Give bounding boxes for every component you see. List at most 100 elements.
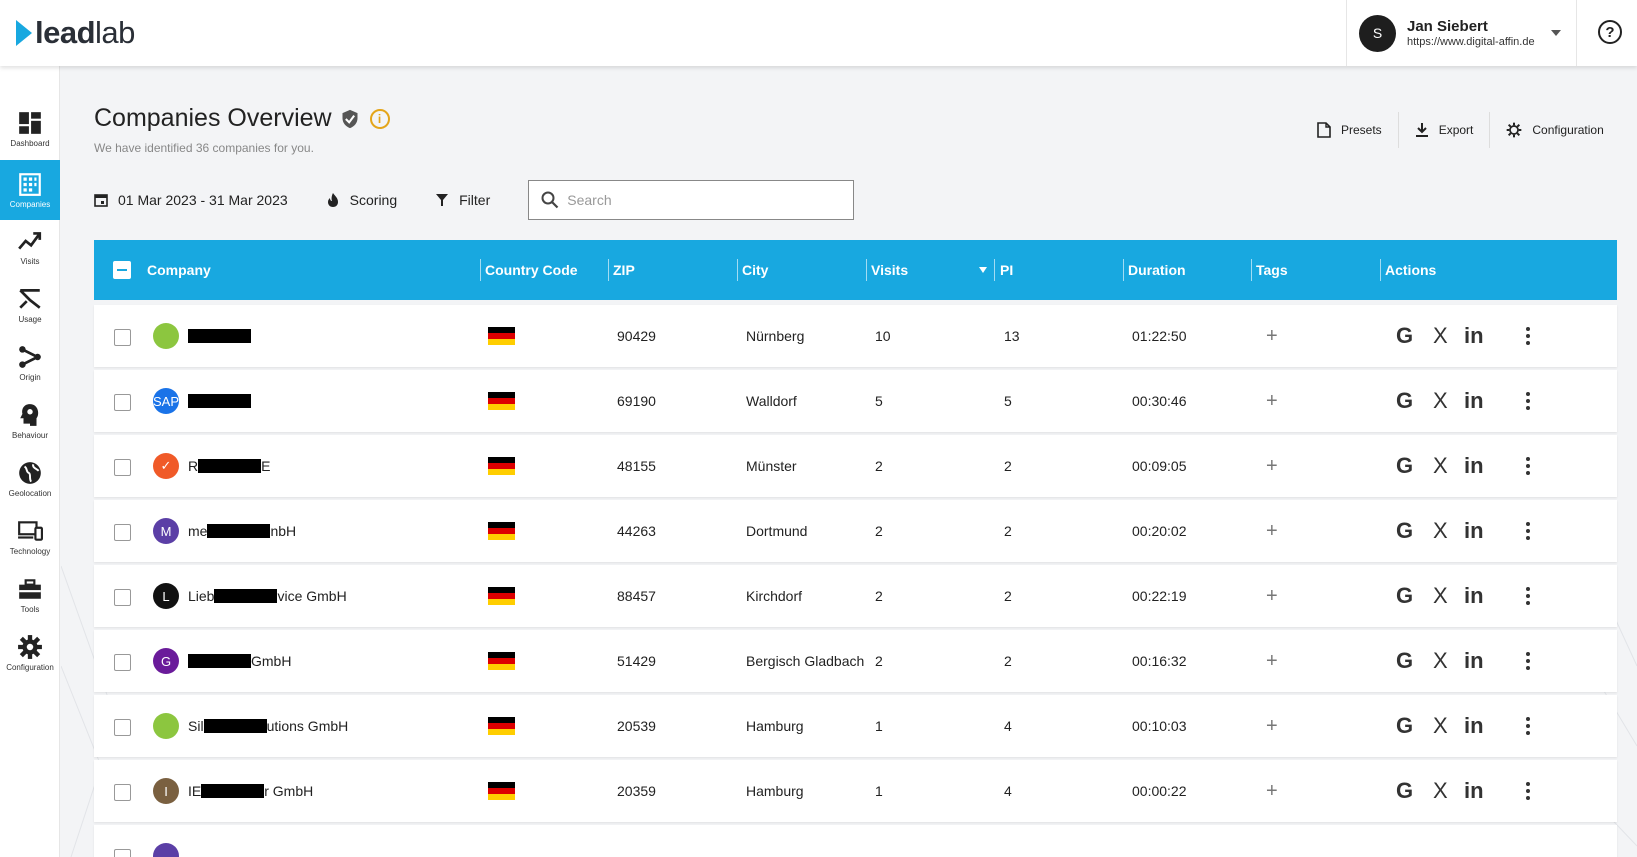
more-vertical-icon[interactable] xyxy=(1526,651,1530,672)
sidebar-item-configuration[interactable]: Configuration xyxy=(0,624,60,682)
info-icon[interactable]: i xyxy=(369,108,390,129)
google-search-icon[interactable]: G xyxy=(1396,305,1413,367)
table-row[interactable]: 90429 Nürnberg 10 13 01:22:50 + G X in xyxy=(94,305,1617,367)
sidebar-item-tools[interactable]: Tools xyxy=(0,566,60,624)
help-icon[interactable]: ? xyxy=(1598,20,1622,44)
select-all-checkbox[interactable] xyxy=(113,261,131,279)
column-header-country-code[interactable]: Country Code xyxy=(485,240,578,300)
more-vertical-icon[interactable] xyxy=(1526,326,1530,347)
more-vertical-icon[interactable] xyxy=(1526,521,1530,542)
table-row[interactable]: L Lieb vice GmbH 88457 Kirchdorf 2 2 00:… xyxy=(94,565,1617,627)
google-search-icon[interactable]: G xyxy=(1396,500,1413,562)
linkedin-icon[interactable]: in xyxy=(1464,305,1484,367)
sidebar-item-visits[interactable]: Visits xyxy=(0,218,60,276)
search-input[interactable] xyxy=(567,192,838,208)
row-checkbox[interactable] xyxy=(114,849,131,857)
table-row[interactable]: Sil utions GmbH 20539 Hamburg 1 4 00:10:… xyxy=(94,695,1617,757)
add-tag-icon[interactable]: + xyxy=(1266,500,1278,562)
column-header-city[interactable]: City xyxy=(742,240,768,300)
more-vertical-icon[interactable] xyxy=(1526,586,1530,607)
add-tag-icon[interactable]: + xyxy=(1266,370,1278,432)
row-menu-button[interactable] xyxy=(1526,500,1530,562)
add-tag-icon[interactable]: + xyxy=(1266,565,1278,627)
row-checkbox[interactable] xyxy=(114,589,131,606)
row-checkbox[interactable] xyxy=(114,654,131,671)
configuration-button[interactable]: Configuration xyxy=(1490,113,1619,147)
xing-icon[interactable]: X xyxy=(1433,435,1448,497)
add-tag-icon[interactable]: + xyxy=(1266,630,1278,692)
more-vertical-icon[interactable] xyxy=(1526,781,1530,802)
more-vertical-icon[interactable] xyxy=(1526,391,1530,412)
table-row[interactable] xyxy=(94,825,1617,857)
company-name[interactable]: GmbH xyxy=(188,630,291,692)
xing-icon[interactable]: X xyxy=(1433,370,1448,432)
date-range-picker[interactable]: 01 Mar 2023 - 31 Mar 2023 xyxy=(94,192,288,208)
sidebar-item-dashboard[interactable]: Dashboard xyxy=(0,100,60,158)
sort-descending-icon[interactable] xyxy=(979,267,987,273)
sidebar-item-technology[interactable]: Technology xyxy=(0,508,60,566)
column-header-duration[interactable]: Duration xyxy=(1128,240,1186,300)
sidebar-item-origin[interactable]: Origin xyxy=(0,334,60,392)
column-header-company[interactable]: Company xyxy=(147,240,211,300)
search-box[interactable] xyxy=(528,180,855,220)
presets-button[interactable]: Presets xyxy=(1301,113,1398,147)
google-search-icon[interactable]: G xyxy=(1396,370,1413,432)
filter-button[interactable]: Filter xyxy=(435,192,490,208)
company-name[interactable]: Lieb vice GmbH xyxy=(188,565,347,627)
company-name[interactable] xyxy=(188,370,251,432)
row-menu-button[interactable] xyxy=(1526,630,1530,692)
column-header-zip[interactable]: ZIP xyxy=(613,240,635,300)
add-tag-icon[interactable]: + xyxy=(1266,760,1278,822)
google-search-icon[interactable]: G xyxy=(1396,760,1413,822)
row-checkbox[interactable] xyxy=(114,524,131,541)
row-checkbox[interactable] xyxy=(114,784,131,801)
linkedin-icon[interactable]: in xyxy=(1464,435,1484,497)
row-menu-button[interactable] xyxy=(1526,565,1530,627)
linkedin-icon[interactable]: in xyxy=(1464,630,1484,692)
table-row[interactable]: G GmbH 51429 Bergisch Gladbach 2 2 00:16… xyxy=(94,630,1617,692)
google-search-icon[interactable]: G xyxy=(1396,695,1413,757)
table-row[interactable]: M me nbH 44263 Dortmund 2 2 00:20:02 + G… xyxy=(94,500,1617,562)
row-checkbox[interactable] xyxy=(114,329,131,346)
linkedin-icon[interactable]: in xyxy=(1464,370,1484,432)
company-name[interactable]: Sil utions GmbH xyxy=(188,695,348,757)
row-menu-button[interactable] xyxy=(1526,305,1530,367)
row-menu-button[interactable] xyxy=(1526,695,1530,757)
xing-icon[interactable]: X xyxy=(1433,305,1448,367)
sidebar-item-usage[interactable]: Usage xyxy=(0,276,60,334)
table-row[interactable]: SAP 69190 Walldorf 5 5 00:30:46 + G X in xyxy=(94,370,1617,432)
company-name[interactable] xyxy=(188,305,251,367)
more-vertical-icon[interactable] xyxy=(1526,456,1530,477)
add-tag-icon[interactable]: + xyxy=(1266,305,1278,367)
linkedin-icon[interactable]: in xyxy=(1464,500,1484,562)
linkedin-icon[interactable]: in xyxy=(1464,695,1484,757)
google-search-icon[interactable]: G xyxy=(1396,630,1413,692)
scoring-button[interactable]: Scoring xyxy=(326,192,397,208)
google-search-icon[interactable]: G xyxy=(1396,435,1413,497)
chevron-down-icon[interactable] xyxy=(1551,30,1561,36)
sidebar-item-behaviour[interactable]: Behaviour xyxy=(0,392,60,450)
sidebar-item-companies[interactable]: Companies xyxy=(0,160,60,220)
company-name[interactable]: R E xyxy=(188,435,270,497)
company-name[interactable]: me nbH xyxy=(188,500,296,562)
xing-icon[interactable]: X xyxy=(1433,630,1448,692)
xing-icon[interactable]: X xyxy=(1433,760,1448,822)
linkedin-icon[interactable]: in xyxy=(1464,565,1484,627)
xing-icon[interactable]: X xyxy=(1433,500,1448,562)
row-menu-button[interactable] xyxy=(1526,370,1530,432)
company-name[interactable]: IE r GmbH xyxy=(188,760,313,822)
user-menu[interactable]: S Jan Siebert https://www.digital-affin.… xyxy=(1346,0,1577,66)
column-header-visits[interactable]: Visits xyxy=(871,240,908,300)
add-tag-icon[interactable]: + xyxy=(1266,695,1278,757)
more-vertical-icon[interactable] xyxy=(1526,716,1530,737)
leadlab-logo[interactable]: leadlab xyxy=(16,17,135,48)
row-menu-button[interactable] xyxy=(1526,435,1530,497)
export-button[interactable]: Export xyxy=(1399,113,1490,147)
row-checkbox[interactable] xyxy=(114,459,131,476)
table-row[interactable]: ✓ R E 48155 Münster 2 2 00:09:05 + G X i… xyxy=(94,435,1617,497)
linkedin-icon[interactable]: in xyxy=(1464,760,1484,822)
xing-icon[interactable]: X xyxy=(1433,695,1448,757)
row-checkbox[interactable] xyxy=(114,719,131,736)
row-checkbox[interactable] xyxy=(114,394,131,411)
table-row[interactable]: I IE r GmbH 20359 Hamburg 1 4 00:00:22 +… xyxy=(94,760,1617,822)
